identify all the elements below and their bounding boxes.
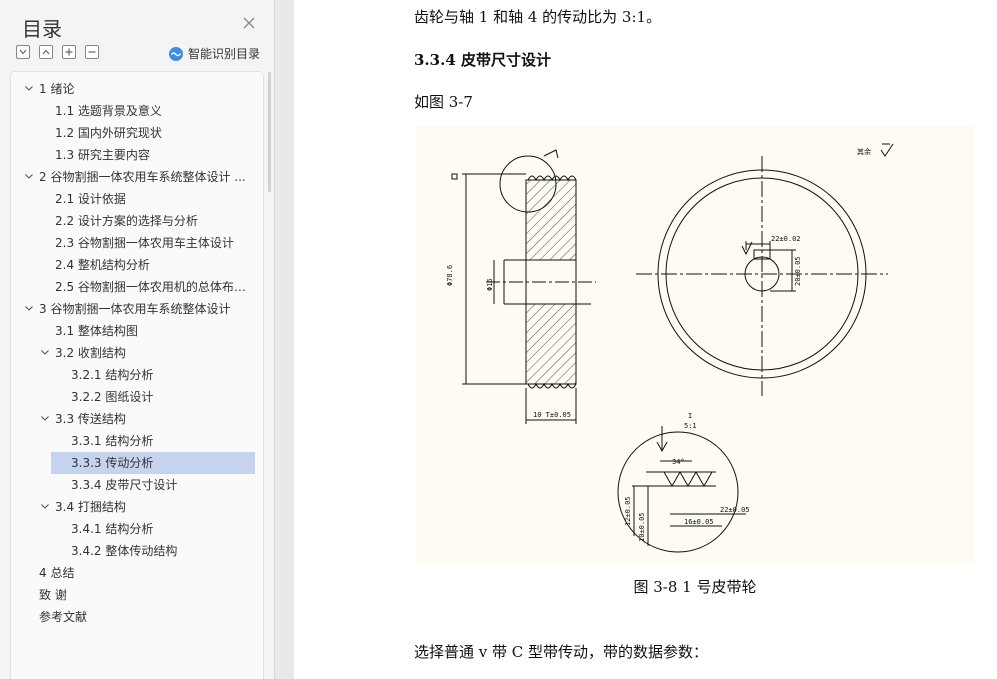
toc-item[interactable]: 3.2 收割结构: [11, 342, 255, 364]
toc-item-label: 2.3 谷物割捆一体农用车主体设计: [55, 236, 234, 250]
toc-item[interactable]: 2.4 整机结构分析: [11, 254, 255, 276]
toc-item-label: 3 谷物割捆一体农用车系统整体设计: [39, 302, 231, 316]
toc-item[interactable]: 2.2 设计方案的选择与分析: [11, 210, 255, 232]
pulley-section-view: [486, 175, 596, 389]
toc-item-label: 3.1 整体结构图: [55, 324, 138, 338]
toc-item-label: 2.1 设计依据: [55, 192, 126, 206]
pulley-drawing-svg: Φ78.6 Φ16 10 T±0.05 22±0.02 20±0.05 I 5:…: [446, 143, 894, 553]
dim-depth-b: 10±0.05: [638, 512, 646, 542]
toc-item-label: 3.2.1 结构分析: [71, 368, 154, 382]
toc-item-label: 2 谷物割捆一体农用车系统整体设计 ...: [39, 170, 246, 184]
toc-item-label: 3.2.2 图纸设计: [71, 390, 154, 404]
document-page: 齿轮与轴 1 和轴 4 的传动比为 3:1。 3.3.4 皮带尺寸设计 如图 3…: [294, 0, 997, 679]
toc-item[interactable]: 2.3 谷物割捆一体农用车主体设计: [11, 232, 255, 254]
collapse-all-button[interactable]: [16, 45, 30, 59]
toc-panel: 目录 智能识别目录 1 绪论 1.1 选题背景及意义 1.2 国内外研究现状 1.3 …: [0, 0, 275, 679]
toc-item-label: 参考文献: [39, 610, 88, 624]
toc-toolbar: [16, 45, 99, 59]
document-area: 齿轮与轴 1 和轴 4 的传动比为 3:1。 3.3.4 皮带尺寸设计 如图 3…: [276, 0, 997, 679]
toc-item-label: 2.2 设计方案的选择与分析: [55, 214, 198, 228]
toc-item[interactable]: 3.3.3 传动分析: [51, 452, 255, 474]
toc-item-label: 2.4 整机结构分析: [55, 258, 150, 272]
toc-item[interactable]: 1.1 选题背景及意义: [11, 100, 255, 122]
toc-item[interactable]: 2 谷物割捆一体农用车系统整体设计 ...: [11, 166, 255, 188]
toc-item-label: 致 谢: [39, 588, 67, 602]
close-icon[interactable]: [241, 15, 257, 31]
toc-scrollbar[interactable]: [268, 72, 271, 192]
toc-item-label: 3.4 打捆结构: [55, 500, 126, 514]
toc-item[interactable]: 2.1 设计依据: [11, 188, 255, 210]
toc-item-label: 3.3.1 结构分析: [71, 434, 154, 448]
dim-depth-a: 12±0.05: [624, 496, 632, 526]
toc-item[interactable]: 1.3 研究主要内容: [11, 144, 255, 166]
dim-pitch-b: 16±0.05: [684, 518, 714, 526]
pulley-drawing: Φ78.6 Φ16 10 T±0.05 22±0.02 20±0.05 I 5:…: [416, 126, 974, 564]
toc-item[interactable]: 致 谢: [11, 584, 255, 606]
toc-item[interactable]: 3.3.4 皮带尺寸设计: [11, 474, 255, 496]
minus-icon: [88, 51, 96, 53]
toc-item-label: 1.1 选题背景及意义: [55, 104, 162, 118]
figure-caption: 图 3-8 1 号皮带轮: [633, 578, 757, 596]
toc-tree: 1 绪论 1.1 选题背景及意义 1.2 国内外研究现状 1.3 研究主要内容 2 谷物…: [10, 71, 264, 679]
toc-item-label: 3.4.1 结构分析: [71, 522, 154, 536]
toc-item[interactable]: 2.5 谷物割捆一体农用机的总体布 ...: [11, 276, 255, 298]
dim-width: 10 T±0.05: [533, 411, 571, 419]
paragraph-belt-params: 选择普通 v 带 C 型带传动，带的数据参数：: [414, 643, 709, 661]
toc-item-label: 3.3.3 传动分析: [71, 456, 154, 470]
toc-item[interactable]: 3.4 打捆结构: [11, 496, 255, 518]
toc-item[interactable]: 3.3.1 结构分析: [11, 430, 255, 452]
smart-toc-label: 智能识别目录: [188, 47, 261, 61]
dim-bore: Φ16: [486, 278, 494, 291]
dim-diameter: Φ78.6: [446, 265, 454, 286]
plus-icon: [65, 48, 73, 56]
paragraph-figure-ref: 如图 3-7: [414, 93, 473, 111]
toc-item-label: 1.3 研究主要内容: [55, 148, 150, 162]
toc-item[interactable]: 3.2.2 图纸设计: [11, 386, 255, 408]
toc-item[interactable]: 1.2 国内外研究现状: [11, 122, 255, 144]
toc-item-label: 1.2 国内外研究现状: [55, 126, 162, 140]
detail-label: I: [688, 412, 692, 420]
chevron-down-icon: [19, 49, 27, 55]
chevron-down-icon[interactable]: [25, 306, 33, 311]
chevron-down-icon[interactable]: [41, 416, 49, 421]
toc-title: 目录: [22, 17, 62, 41]
pulley-front-view: [636, 156, 888, 396]
toc-item-label: 2.5 谷物割捆一体农用机的总体布 ...: [55, 280, 247, 294]
toc-item[interactable]: 3.4.2 整体传动结构: [11, 540, 255, 562]
toc-item-label: 3.4.2 整体传动结构: [71, 544, 178, 558]
toc-item[interactable]: 1 绪论: [11, 78, 255, 100]
toc-item[interactable]: 3.2.1 结构分析: [11, 364, 255, 386]
chevron-down-icon[interactable]: [41, 350, 49, 355]
toc-item-label: 3.3.4 皮带尺寸设计: [71, 478, 178, 492]
paragraph-gear-ratio: 齿轮与轴 1 和轴 4 的传动比为 3:1。: [414, 8, 662, 26]
expand-all-button[interactable]: [39, 45, 53, 59]
smart-toc-button[interactable]: 智能识别目录: [168, 45, 260, 62]
toc-item-label: 3.3 传送结构: [55, 412, 126, 426]
chevron-up-icon: [42, 49, 50, 55]
dim-groove-angle: 34°: [672, 458, 685, 466]
dim-key-width: 22±0.02: [771, 235, 801, 243]
toc-item-label: 1 绪论: [39, 82, 75, 96]
chevron-down-icon[interactable]: [41, 504, 49, 509]
toc-item[interactable]: 参考文献: [11, 606, 255, 628]
toc-item[interactable]: 3 谷物割捆一体农用车系统整体设计: [11, 298, 255, 320]
detail-scale: 5:1: [684, 422, 697, 430]
remove-heading-button[interactable]: [85, 45, 99, 59]
toc-item-label: 3.2 收割结构: [55, 346, 126, 360]
section-heading: 3.3.4 皮带尺寸设计: [414, 51, 551, 69]
toc-item[interactable]: 3.4.1 结构分析: [11, 518, 255, 540]
toc-item-label: 4 总结: [39, 566, 75, 580]
dim-key-depth: 20±0.05: [794, 256, 802, 286]
toc-item[interactable]: 4 总结: [11, 562, 255, 584]
chevron-down-icon[interactable]: [25, 174, 33, 179]
add-heading-button[interactable]: [62, 45, 76, 59]
toc-item[interactable]: 3.1 整体结构图: [11, 320, 255, 342]
toc-item[interactable]: 3.3 传送结构: [11, 408, 255, 430]
chevron-down-icon[interactable]: [25, 86, 33, 91]
dim-pitch-a: 22±0.05: [720, 506, 750, 514]
roughness-note: 其余: [857, 147, 871, 156]
datum-marker: [451, 173, 458, 180]
smart-recognition-icon: [169, 46, 183, 61]
